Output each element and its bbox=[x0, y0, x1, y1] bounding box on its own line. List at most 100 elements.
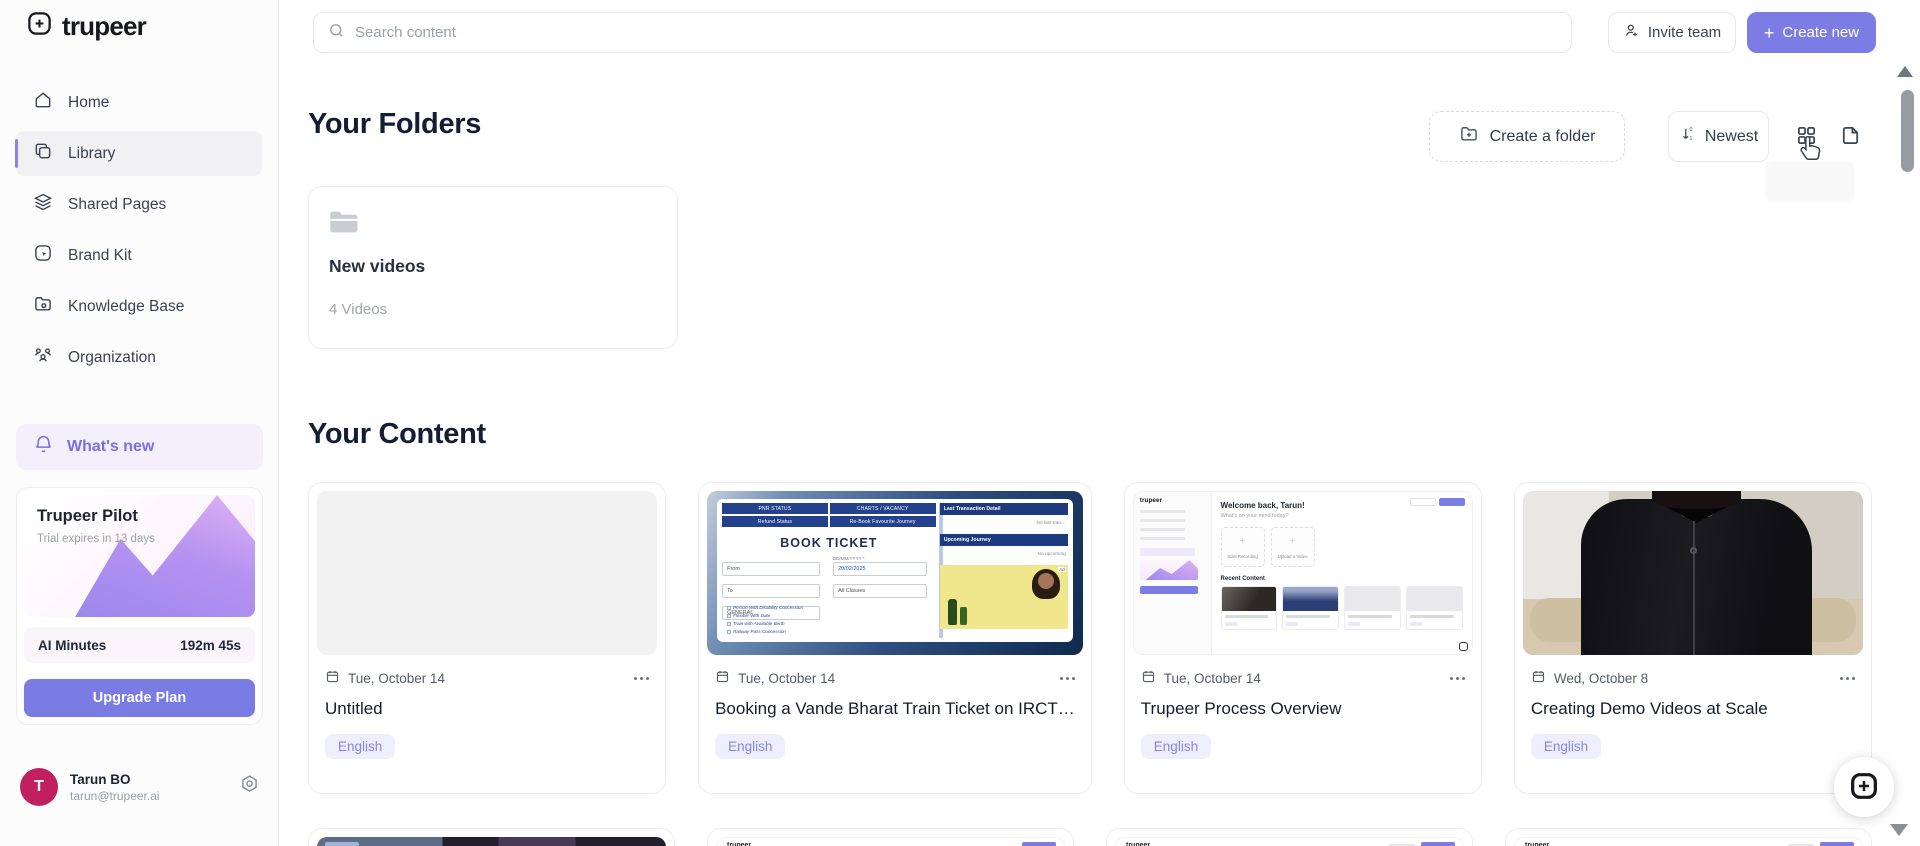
card-title: Booking a Vande Bharat Train Ticket on I… bbox=[715, 699, 1075, 718]
whats-new-button[interactable]: What's new bbox=[16, 424, 263, 470]
more-icon[interactable] bbox=[1059, 676, 1075, 680]
brand-kit-icon bbox=[33, 243, 53, 268]
trupeer-logo-icon bbox=[26, 10, 53, 42]
sidebar-item-home[interactable]: Home bbox=[16, 80, 262, 125]
video-thumbnail-partial: trupeer bbox=[1514, 837, 1863, 846]
irctc-empty-text: No last tran… bbox=[1036, 521, 1066, 526]
video-thumbnail-dashboard[interactable]: trupeer Welcome back, Tarun! What's on y… bbox=[1132, 491, 1473, 655]
calendar-icon bbox=[715, 669, 730, 687]
folder-plus-icon bbox=[1459, 124, 1479, 149]
content-card-partial[interactable]: trupeer bbox=[1106, 828, 1473, 846]
irctc-empty-text: No upcoming bbox=[1037, 552, 1066, 557]
knowledge-base-icon bbox=[33, 294, 53, 319]
user-meta: Tarun BO tarun@trupeer.ai bbox=[70, 772, 239, 803]
upgrade-plan-button[interactable]: Upgrade Plan bbox=[24, 679, 255, 717]
scroll-up-arrow[interactable] bbox=[1897, 66, 1913, 77]
whats-new-label: What's new bbox=[67, 438, 155, 455]
library-icon bbox=[33, 141, 53, 166]
mini-action: Start Recording bbox=[1220, 527, 1265, 567]
list-view-button[interactable] bbox=[1832, 119, 1868, 155]
plan-subtitle: Trial expires in 13 days bbox=[37, 533, 155, 545]
sidebar-nav: Home Library Shared Pages Brand Kit Know… bbox=[0, 74, 278, 386]
sidebar-item-knowledge-base[interactable]: Knowledge Base bbox=[16, 284, 262, 329]
content-card-grid-partial: trupeer trupeer trupeer bbox=[308, 828, 1872, 846]
content-card[interactable]: Tue, October 14 Untitled English bbox=[308, 482, 667, 794]
language-badge: English bbox=[1530, 734, 1602, 759]
ai-minutes-label: AI Minutes bbox=[38, 637, 107, 653]
sidebar-item-shared-pages[interactable]: Shared Pages bbox=[16, 182, 262, 227]
irctc-last-transaction-header: Last Transaction Detail bbox=[939, 503, 1068, 515]
content-card-partial[interactable] bbox=[308, 828, 675, 846]
scrollbar-thumb[interactable] bbox=[1901, 90, 1914, 172]
irctc-tab: Re-Book Favourite Journey bbox=[829, 516, 936, 527]
mini-brand: trupeer bbox=[727, 842, 752, 846]
create-new-label: Create new bbox=[1782, 24, 1860, 41]
language-badge: English bbox=[325, 734, 396, 759]
video-thumbnail-irctc[interactable]: PNR STATUS CHARTS / VACANCY Refund Statu… bbox=[707, 491, 1083, 655]
video-thumbnail-blank[interactable] bbox=[317, 491, 658, 655]
sort-newest-button[interactable]: 01 Newest bbox=[1668, 111, 1769, 162]
sidebar-item-organization[interactable]: Organization bbox=[16, 335, 262, 380]
more-icon[interactable] bbox=[1840, 676, 1855, 680]
sidebar-item-label: Library bbox=[68, 144, 116, 162]
search-bar[interactable] bbox=[313, 12, 1572, 53]
mini-recent-label: Recent Content bbox=[1220, 576, 1265, 582]
irctc-tab: PNR STATUS bbox=[722, 503, 828, 514]
language-badge: English bbox=[1140, 734, 1212, 759]
create-new-button[interactable]: + Create new bbox=[1747, 12, 1876, 53]
plan-title: Trupeer Pilot bbox=[37, 507, 138, 525]
settings-gear-icon[interactable] bbox=[239, 774, 260, 800]
sidebar-item-brand-kit[interactable]: Brand Kit bbox=[16, 233, 262, 278]
content-card[interactable]: Wed, October 8 Creating Demo Videos at S… bbox=[1513, 482, 1872, 794]
search-input[interactable] bbox=[355, 24, 1571, 41]
content-card[interactable]: PNR STATUS CHARTS / VACANCY Refund Statu… bbox=[698, 482, 1092, 794]
svg-text:1: 1 bbox=[1689, 136, 1692, 142]
irctc-date-label: DD/MM/YYYY * bbox=[833, 556, 865, 561]
content-card-partial[interactable]: trupeer bbox=[1505, 828, 1872, 846]
organization-icon bbox=[33, 345, 53, 370]
irctc-to-field: To bbox=[722, 584, 821, 598]
content-card-grid: Tue, October 14 Untitled English PNR STA… bbox=[308, 482, 1872, 794]
language-badge: English bbox=[715, 734, 786, 759]
invite-team-button[interactable]: Invite team bbox=[1608, 12, 1736, 53]
calendar-icon bbox=[1141, 669, 1156, 687]
more-icon[interactable] bbox=[1449, 676, 1465, 680]
brand-logo[interactable]: trupeer bbox=[26, 10, 147, 42]
video-thumbnail-person[interactable] bbox=[1522, 491, 1863, 655]
sidebar-item-library[interactable]: Library bbox=[15, 131, 262, 176]
calendar-icon bbox=[325, 669, 340, 687]
content-card[interactable]: trupeer Welcome back, Tarun! What's on y… bbox=[1123, 482, 1482, 794]
sidebar-item-label: Shared Pages bbox=[68, 195, 167, 213]
scroll-down-arrow[interactable] bbox=[1890, 824, 1908, 836]
more-icon[interactable] bbox=[634, 676, 650, 680]
document-view-icon bbox=[1839, 124, 1862, 150]
irctc-panel: PNR STATUS CHARTS / VACANCY Refund Statu… bbox=[717, 499, 1073, 642]
irctc-classes-field: All Classes bbox=[833, 584, 927, 598]
user-email: tarun@trupeer.ai bbox=[70, 788, 160, 803]
folder-card-new-videos[interactable]: New videos 4 Videos bbox=[308, 186, 678, 349]
user-name: Tarun BO bbox=[70, 771, 131, 787]
sidebar-item-label: Organization bbox=[68, 348, 156, 366]
irctc-ad-banner: Ad bbox=[939, 565, 1068, 629]
create-folder-button[interactable]: Create a folder bbox=[1429, 111, 1625, 162]
sidebar: trupeer Home Library Shared Pages Brand … bbox=[0, 0, 279, 846]
mouse-cursor-hand bbox=[1798, 134, 1824, 169]
mini-sidebar: trupeer bbox=[1133, 492, 1212, 654]
content-card-partial[interactable]: trupeer bbox=[707, 828, 1074, 846]
mini-action: Upload a Video bbox=[1270, 527, 1315, 567]
card-meta: Wed, October 8 Creating Demo Videos at S… bbox=[1523, 655, 1863, 759]
irctc-checkboxes: Person With Disability ConcessionFlexibl… bbox=[727, 604, 855, 636]
irctc-tab: CHARTS / VACANCY bbox=[829, 503, 936, 514]
ai-minutes-value: 192m 45s bbox=[180, 637, 241, 653]
card-date: Wed, October 8 bbox=[1553, 670, 1649, 686]
ai-minutes-row: AI Minutes 192m 45s bbox=[24, 627, 255, 663]
calendar-icon bbox=[1531, 669, 1546, 687]
video-thumbnail-partial bbox=[317, 837, 666, 846]
card-title: Trupeer Process Overview bbox=[1140, 699, 1342, 718]
user-profile[interactable]: T Tarun BO tarun@trupeer.ai bbox=[20, 768, 260, 806]
folder-icon bbox=[329, 211, 360, 239]
card-title: Untitled bbox=[325, 699, 383, 718]
invite-team-label: Invite team bbox=[1647, 24, 1722, 41]
irctc-upcoming-journey-header: Upcoming Journey bbox=[939, 534, 1068, 546]
floating-create-button[interactable] bbox=[1834, 757, 1894, 817]
